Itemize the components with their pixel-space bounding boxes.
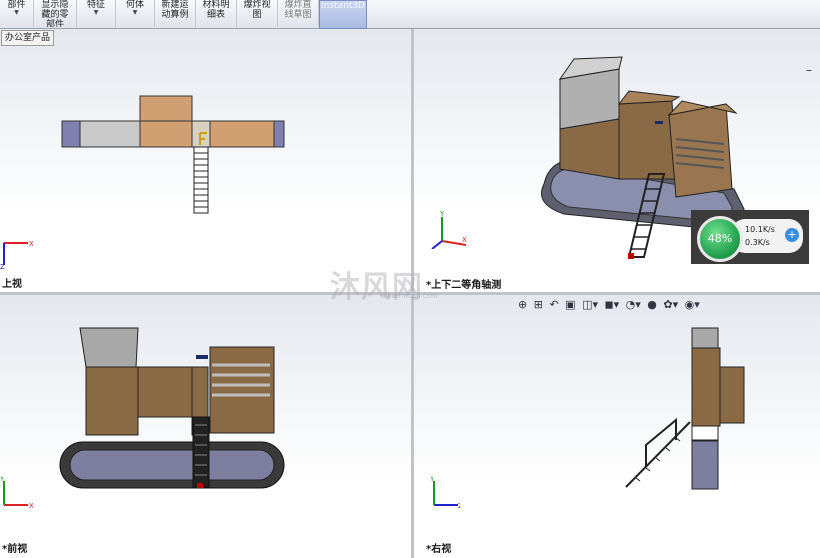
toolbar-button-parts[interactable]: 部件 ▼ xyxy=(0,0,34,27)
apply-scene-icon[interactable]: ✿▾ xyxy=(663,298,678,311)
viewport-top[interactable]: X Z 上视 xyxy=(0,29,411,292)
display-style-icon[interactable]: ◼▾ xyxy=(604,298,619,311)
dropdown-arrow-icon: ▼ xyxy=(132,9,138,16)
viewport-label-isometric: *上下二等角轴测 xyxy=(426,280,502,291)
viewport-front[interactable]: X Y *前视 xyxy=(0,295,411,558)
toolbar-button-features[interactable]: 特征 ▼ xyxy=(77,0,116,27)
dropdown-arrow-icon: ▼ xyxy=(14,9,19,16)
viewport-label-right: *右视 xyxy=(426,544,452,555)
svg-text:X: X xyxy=(29,240,34,248)
section-view-icon[interactable]: ▣ xyxy=(565,298,575,311)
toolbar-button-bill-of-materials[interactable]: 材料明 细表 xyxy=(196,0,237,27)
accelerate-plus-icon[interactable]: + xyxy=(785,228,799,242)
front-view-model xyxy=(59,327,285,489)
view-settings-icon[interactable]: ◉▾ xyxy=(685,298,700,311)
previous-view-icon[interactable]: ↶ xyxy=(549,298,558,311)
memory-usage-gauge[interactable]: 48% xyxy=(697,216,743,262)
toolbar-button-exploded-view[interactable]: 爆炸视 图 xyxy=(237,0,278,27)
coordinate-triad-icon: Z Y xyxy=(429,477,460,510)
download-speed: 0.3K/s xyxy=(745,238,770,247)
watermark-url: www.mfcad.com xyxy=(380,292,438,300)
viewport-label-top: 上视 xyxy=(2,279,22,290)
minimize-icon[interactable]: – xyxy=(806,63,812,77)
zoom-to-fit-icon[interactable]: ⊕ xyxy=(518,298,527,311)
command-manager-toolbar: 部件 ▼ 显示隐 藏的零 部件 特征 ▼ 何体 ▼ 新建运 动算例 材料明 细表… xyxy=(0,0,820,29)
svg-text:Z: Z xyxy=(458,502,460,510)
network-speed-widget[interactable]: ↑ 10.1K/s ↓ 0.3K/s + 48% xyxy=(691,210,809,264)
right-view-model xyxy=(625,327,745,490)
view-orientation-icon[interactable]: ◫▾ xyxy=(582,298,598,311)
coordinate-triad-icon: Y X xyxy=(431,210,467,249)
upload-speed: 10.1K/s xyxy=(745,225,775,234)
svg-text:X: X xyxy=(29,502,34,510)
top-view-model xyxy=(61,95,285,214)
heads-up-view-toolbar: ⊕ ⊞ ↶ ▣ ◫▾ ◼▾ ◔▾ ● ✿▾ ◉▾ xyxy=(518,298,703,316)
svg-text:X: X xyxy=(462,236,467,244)
toolbar-button-new-motion-study[interactable]: 新建运 动算例 xyxy=(155,0,196,27)
toolbar-button-instant3d[interactable]: Instant3D xyxy=(319,0,367,29)
svg-text:Y: Y xyxy=(439,210,445,218)
toolbar-button-show-hidden-components[interactable]: 显示隐 藏的零 部件 xyxy=(34,0,77,27)
dropdown-arrow-icon: ▼ xyxy=(93,9,99,16)
svg-text:Z: Z xyxy=(0,263,5,269)
svg-text:Y: Y xyxy=(429,477,435,483)
feature-tree-root[interactable]: 办公室产品 xyxy=(1,30,55,46)
viewport-label-front: *前视 xyxy=(2,544,28,555)
hide-show-items-icon[interactable]: ◔▾ xyxy=(626,298,641,311)
svg-text:Y: Y xyxy=(0,477,5,483)
edit-appearance-icon[interactable]: ● xyxy=(647,298,657,311)
coordinate-triad-icon: X Y xyxy=(0,477,34,510)
toolbar-button-geometry[interactable]: 何体 ▼ xyxy=(116,0,155,27)
viewport-right[interactable]: Z Y *右视 xyxy=(414,295,820,558)
coordinate-triad-icon: X Z xyxy=(0,240,34,269)
toolbar-button-explode-line-sketch[interactable]: 爆炸直 线草图 xyxy=(278,0,319,27)
zoom-to-area-icon[interactable]: ⊞ xyxy=(534,298,543,311)
